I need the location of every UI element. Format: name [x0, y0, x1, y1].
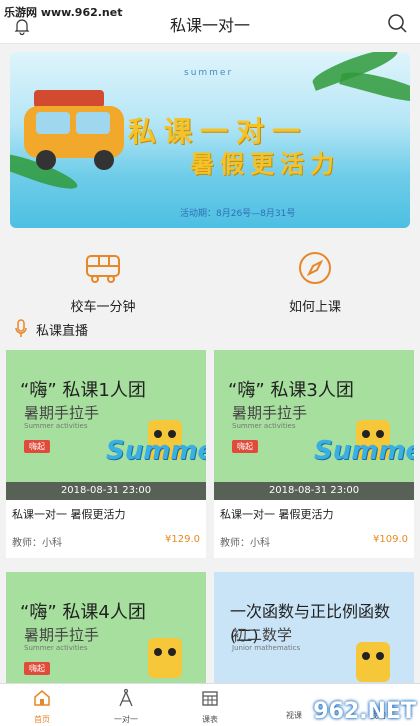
quick-link-school-bus[interactable]: 校车一分钟 [48, 240, 158, 315]
video-icon [284, 688, 304, 708]
quick-link-label: 校车一分钟 [70, 300, 136, 315]
tab-label: 一对一 [114, 715, 138, 724]
compass-icon [299, 252, 331, 284]
banner-date: 活动期：8月26号—8月31号 [180, 209, 296, 219]
quick-link-how-to-attend[interactable]: 如何上课 [260, 240, 370, 315]
course-datetime: 2018-08-31 23:00 [214, 482, 414, 500]
bus-icon [86, 255, 120, 283]
tab-home[interactable]: 首页 [0, 684, 84, 725]
page-title: 私课一对一 [169, 16, 250, 35]
quick-links: 校车一分钟 如何上课 [0, 240, 420, 315]
course-badge: 嗨起 [24, 662, 50, 675]
course-image-en: Summer activities [232, 422, 296, 430]
course-card[interactable]: “嗨” 私课1人团 暑期手拉手 Summer activities 嗨起 Sum… [6, 350, 206, 558]
promo-banner[interactable]: summer 私课一对一 暑假更活力 活动期：8月26号—8月31号 [10, 52, 410, 228]
course-image-en: Summer activities [24, 422, 88, 430]
section-header: 私课直播 [14, 318, 88, 340]
car-illustration [24, 90, 124, 170]
course-image-en: Summer activities [24, 644, 88, 652]
course-card[interactable]: “嗨” 私课3人团 暑期手拉手 Summer activities 嗨起 Sum… [214, 350, 414, 558]
search-icon[interactable] [386, 12, 408, 34]
course-image: “嗨” 私课3人团 暑期手拉手 Summer activities 嗨起 Sum… [214, 350, 414, 500]
course-card[interactable]: 一次函数与正比例函数(二) 初二数学 Junior mathematics [214, 572, 414, 683]
summer-logo: Summer [314, 436, 414, 466]
course-image-subtitle: 暑期手拉手 [24, 404, 100, 422]
course-image: “嗨” 私课4人团 暑期手拉手 Summer activities 嗨起 [6, 572, 206, 683]
course-datetime: 2018-08-31 23:00 [6, 482, 206, 500]
tab-schedule[interactable]: 课表 [168, 684, 252, 725]
course-name: 私课一对一 暑假更活力 [12, 508, 126, 521]
banner-subheadline: 暑假更活力 [190, 150, 340, 178]
course-image: 一次函数与正比例函数(二) 初二数学 Junior mathematics [214, 572, 414, 683]
course-teacher: 教师：小科 [12, 538, 62, 549]
course-image-title: “嗨” 私课1人团 [20, 380, 146, 401]
mascot-illustration [356, 642, 390, 682]
course-image-subtitle: 暑期手拉手 [232, 404, 308, 422]
palm-leaf [339, 66, 410, 108]
compass-drafting-icon [119, 688, 133, 707]
course-name: 私课一对一 暑假更活力 [220, 508, 334, 521]
tab-bar: 首页 一对一 课表 视课 我的 962.NET [0, 683, 420, 726]
course-image-title: “嗨” 私课3人团 [228, 380, 354, 401]
tab-label: 课表 [202, 715, 218, 724]
calendar-icon [202, 691, 218, 706]
tab-one-on-one[interactable]: 一对一 [84, 684, 168, 725]
section-title: 私课直播 [36, 323, 89, 339]
quick-link-label: 如何上课 [288, 300, 341, 315]
course-image: “嗨” 私课1人团 暑期手拉手 Summer activities 嗨起 Sum… [6, 350, 206, 500]
summer-logo: Summer [106, 436, 206, 466]
course-image-title: “嗨” 私课4人团 [20, 602, 146, 623]
course-badge: 嗨起 [232, 440, 258, 453]
course-price: ¥109.0 [373, 534, 408, 545]
course-card[interactable]: “嗨” 私课4人团 暑期手拉手 Summer activities 嗨起 [6, 572, 206, 683]
course-image-subtitle: 初二数学 [232, 626, 293, 644]
top-bar: 乐游网 www.962.net 私课一对一 [0, 0, 420, 44]
course-teacher: 教师：小科 [220, 538, 270, 549]
course-image-subtitle: 暑期手拉手 [24, 626, 100, 644]
course-badge: 嗨起 [24, 440, 50, 453]
course-image-en: Junior mathematics [232, 644, 301, 652]
course-price: ¥129.0 [165, 534, 200, 545]
home-icon [34, 690, 50, 706]
mascot-illustration [148, 638, 182, 678]
microphone-icon [15, 319, 27, 337]
tab-label: 首页 [34, 715, 50, 724]
banner-tag: summer [184, 68, 234, 78]
watermark-logo: 962.NET [313, 699, 416, 724]
